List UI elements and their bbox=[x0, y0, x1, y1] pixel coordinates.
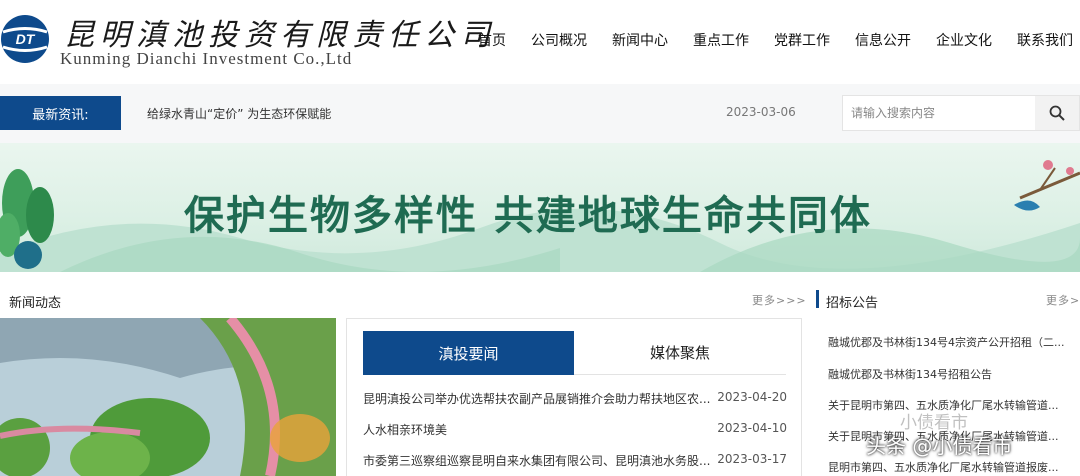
nav-key-work[interactable]: 重点工作 bbox=[693, 30, 749, 50]
latest-news-headline[interactable]: 给绿水青山“定价” 为生态环保赋能 bbox=[147, 105, 331, 122]
tab-media-focus[interactable]: 媒体聚焦 bbox=[574, 331, 786, 375]
banner-slogan: 保护生物多样性 共建地球生命共同体 bbox=[184, 193, 872, 239]
nav-overview[interactable]: 公司概况 bbox=[531, 30, 587, 50]
tender-section-marker bbox=[816, 290, 819, 308]
tender-section-title: 招标公告 bbox=[826, 296, 879, 311]
news-tab-panel: 滇投要闻 媒体聚焦 昆明滇投公司举办优选帮扶农副产品展销推介会助力帮扶地区农..… bbox=[346, 318, 802, 476]
tender-list-item[interactable]: 昆明市第四、五水质净化厂尾水转输管道报废... bbox=[828, 459, 1080, 475]
site-header: DT 昆明滇池投资有限责任公司 Kunming Dianchi Investme… bbox=[0, 0, 1080, 84]
search-icon[interactable] bbox=[1035, 96, 1079, 130]
company-name-cn: 昆明滇池投资有限责任公司 bbox=[64, 18, 496, 53]
search-input[interactable] bbox=[843, 96, 1033, 130]
main-nav: 首页 公司概况 新闻中心 重点工作 党群工作 信息公开 企业文化 联系我们 bbox=[478, 30, 1080, 50]
park-aerial-photo bbox=[0, 318, 336, 476]
tender-more-link[interactable]: 更多> bbox=[1046, 292, 1080, 308]
news-date: 2023-04-20 bbox=[717, 390, 787, 404]
nav-info-disclosure[interactable]: 信息公开 bbox=[855, 30, 911, 50]
news-title[interactable]: 市委第三巡察组巡察昆明自来水集团有限公司、昆明滇池水务股... bbox=[363, 452, 713, 469]
news-section-title: 新闻动态 bbox=[9, 296, 62, 311]
nav-news-center[interactable]: 新闻中心 bbox=[612, 30, 668, 50]
svg-text:DT: DT bbox=[16, 31, 36, 47]
news-title[interactable]: 人水相亲环境美 bbox=[363, 421, 713, 438]
search-box bbox=[842, 95, 1080, 131]
nav-culture[interactable]: 企业文化 bbox=[936, 30, 992, 50]
nav-contact[interactable]: 联系我们 bbox=[1017, 30, 1073, 50]
news-list-item[interactable]: 人水相亲环境美 2023-04-10 bbox=[363, 421, 787, 441]
nav-party-work[interactable]: 党群工作 bbox=[774, 30, 830, 50]
tender-list-item[interactable]: 融城优郡及书林街134号招租公告 bbox=[828, 366, 1080, 382]
news-more-link[interactable]: 更多>>> bbox=[752, 292, 807, 308]
news-list-item[interactable]: 市委第三巡察组巡察昆明自来水集团有限公司、昆明滇池水务股... 2023-03-… bbox=[363, 452, 787, 472]
latest-news-date: 2023-03-06 bbox=[726, 105, 796, 119]
nav-home[interactable]: 首页 bbox=[478, 30, 506, 50]
news-title[interactable]: 昆明滇投公司举办优选帮扶农副产品展销推介会助力帮扶地区农... bbox=[363, 390, 713, 407]
source-watermark: 头条 @小债看市 bbox=[866, 434, 1013, 458]
latest-news-bar: 最新资讯: 给绿水青山“定价” 为生态环保赋能 2023-03-06 bbox=[0, 84, 1080, 143]
company-logo-icon[interactable]: DT bbox=[0, 10, 50, 68]
tender-list-item[interactable]: 融城优郡及书林街134号4宗资产公开招租（二... bbox=[828, 334, 1080, 350]
news-list-item[interactable]: 昆明滇投公司举办优选帮扶农副产品展销推介会助力帮扶地区农... 2023-04-… bbox=[363, 390, 787, 410]
company-name-en: Kunming Dianchi Investment Co.,Ltd bbox=[60, 49, 353, 68]
tab-dianchi-news[interactable]: 滇投要闻 bbox=[363, 331, 574, 375]
news-date: 2023-03-17 bbox=[717, 452, 787, 466]
hero-banner[interactable]: 保护生物多样性 共建地球生命共同体 bbox=[0, 143, 1080, 272]
news-date: 2023-04-10 bbox=[717, 421, 787, 435]
latest-news-label: 最新资讯: bbox=[0, 96, 121, 130]
news-photo[interactable] bbox=[0, 318, 336, 476]
